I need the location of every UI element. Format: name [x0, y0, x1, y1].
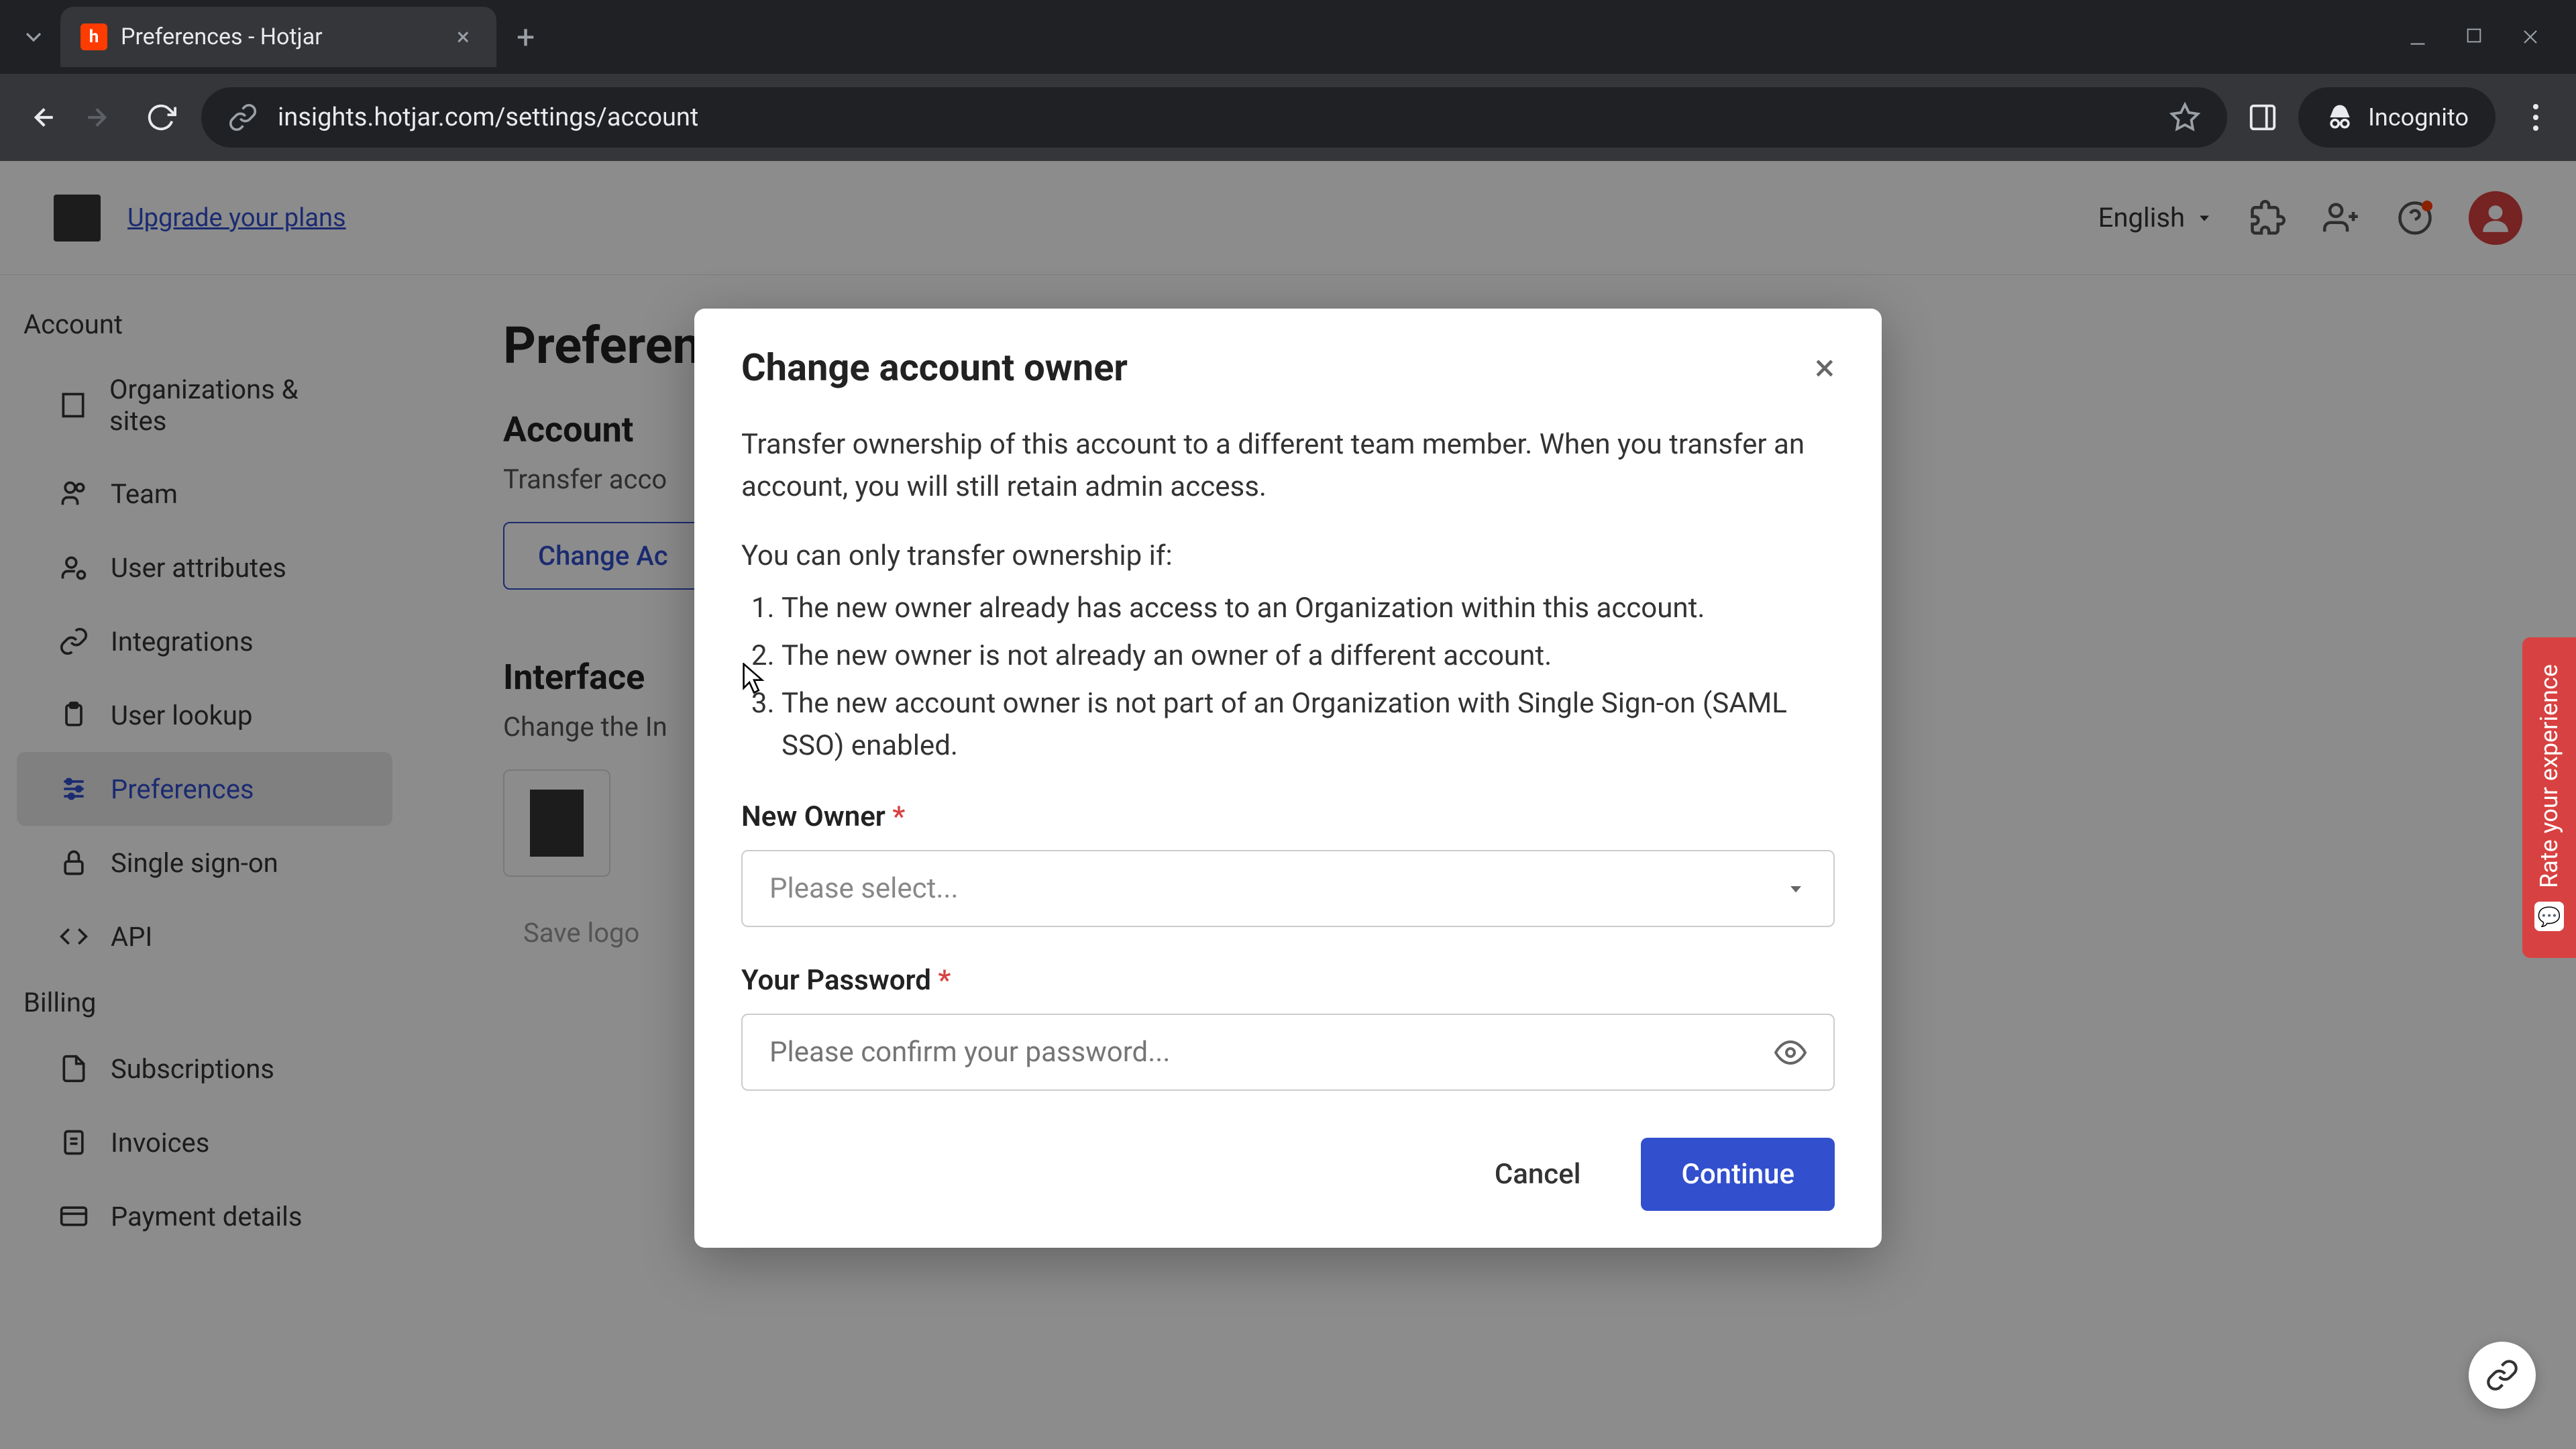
feedback-tab[interactable]: 💬 Rate your experience [2522, 637, 2576, 958]
incognito-badge[interactable]: Incognito [2298, 87, 2496, 148]
modal-footer: Cancel Continue [694, 1111, 1882, 1248]
browser-menu-icon[interactable] [2516, 97, 2556, 138]
url-text: insights.hotjar.com/settings/account [278, 103, 2149, 132]
feedback-label: Rate your experience [2535, 664, 2563, 888]
password-input[interactable] [769, 1036, 1774, 1069]
link-fab[interactable] [2469, 1342, 2536, 1409]
tab-bar: h Preferences - Hotjar × + [0, 0, 2576, 74]
back-button[interactable] [20, 97, 60, 138]
address-bar-row: insights.hotjar.com/settings/account Inc… [0, 74, 2576, 161]
tab-search-dropdown[interactable] [7, 10, 60, 64]
app-viewport: Upgrade your plans English Account Organ… [0, 161, 2576, 1449]
tab-title: Preferences - Hotjar [121, 23, 443, 50]
modal-close-button[interactable]: × [1815, 349, 1835, 386]
reload-button[interactable] [141, 97, 181, 138]
forward-button[interactable] [80, 97, 121, 138]
window-controls [2406, 25, 2569, 49]
incognito-label: Incognito [2368, 103, 2469, 131]
cancel-button[interactable]: Cancel [1461, 1138, 1615, 1211]
password-input-wrap [741, 1014, 1835, 1091]
chat-icon: 💬 [2534, 902, 2564, 931]
maximize-icon[interactable] [2463, 25, 2485, 49]
modal-body: Transfer ownership of this account to a … [694, 417, 1882, 1111]
site-info-icon[interactable] [228, 103, 258, 132]
side-panel-icon[interactable] [2247, 102, 2278, 133]
condition-item: The new account owner is not part of an … [782, 682, 1835, 767]
browser-chrome: h Preferences - Hotjar × + insights.hotj… [0, 0, 2576, 161]
change-owner-modal: Change account owner × Transfer ownershi… [694, 309, 1882, 1248]
caret-down-icon [1785, 878, 1807, 900]
new-owner-select[interactable]: Please select... [741, 850, 1835, 927]
modal-intro-text: Transfer ownership of this account to a … [741, 423, 1835, 508]
browser-tab[interactable]: h Preferences - Hotjar × [60, 7, 496, 67]
incognito-icon [2325, 103, 2355, 132]
new-owner-label: New Owner * [741, 800, 1835, 833]
password-label: Your Password * [741, 964, 1835, 997]
condition-item: The new owner already has access to an O… [782, 587, 1835, 629]
continue-button[interactable]: Continue [1641, 1138, 1835, 1211]
modal-title: Change account owner [741, 345, 1128, 390]
close-window-icon[interactable] [2518, 25, 2542, 49]
minimize-icon[interactable] [2406, 25, 2430, 49]
condition-item: The new owner is not already an owner of… [782, 635, 1835, 677]
select-placeholder: Please select... [769, 872, 959, 905]
hotjar-favicon-icon: h [80, 23, 107, 50]
modal-header: Change account owner × [694, 309, 1882, 417]
modal-overlay[interactable]: Change account owner × Transfer ownershi… [0, 161, 2576, 1449]
bookmark-star-icon[interactable] [2169, 102, 2200, 133]
tab-close-icon[interactable]: × [457, 23, 470, 51]
address-bar[interactable]: insights.hotjar.com/settings/account [201, 87, 2227, 148]
new-tab-button[interactable]: + [517, 18, 535, 56]
modal-conditions-intro: You can only transfer ownership if: [741, 535, 1835, 577]
modal-conditions-list: The new owner already has access to an O… [741, 587, 1835, 767]
show-password-icon[interactable] [1774, 1036, 1807, 1069]
